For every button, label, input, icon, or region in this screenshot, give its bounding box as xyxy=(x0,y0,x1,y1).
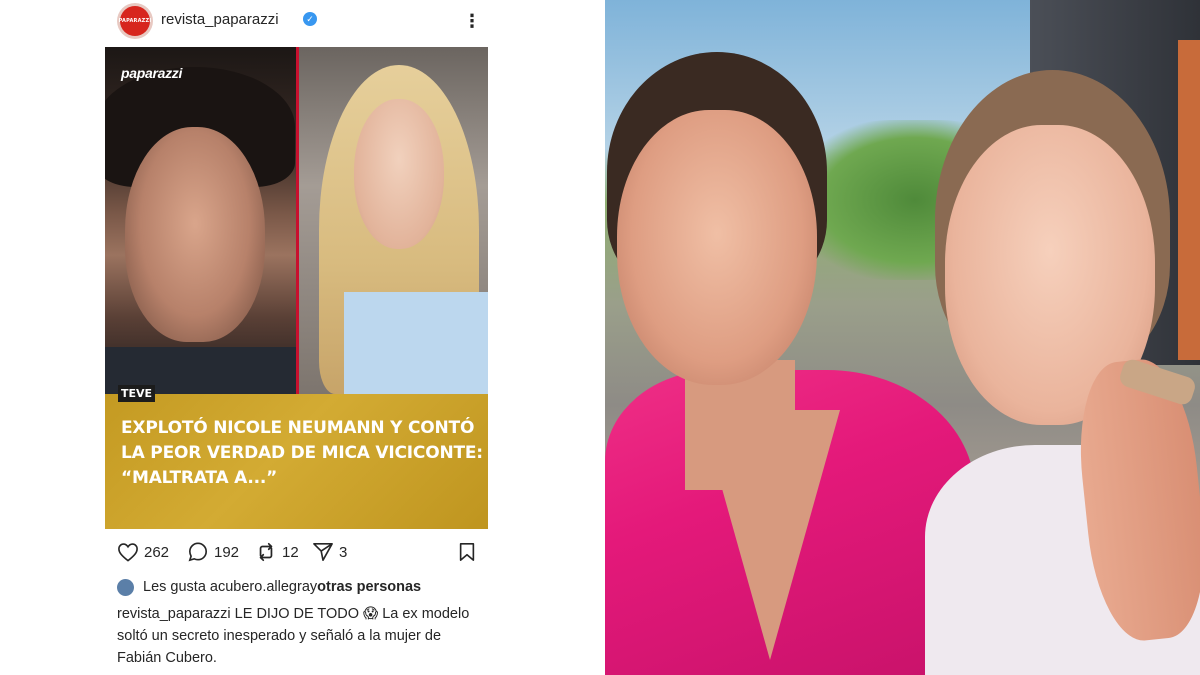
post-caption: revista_paparazzi LE DIJO DE TODO 😱 La e… xyxy=(117,603,482,669)
liked-by[interactable]: Les gusta a cubero.allegra y otras perso… xyxy=(117,577,421,597)
save-button[interactable] xyxy=(457,542,477,567)
more-options-icon[interactable]: ⋮ xyxy=(463,8,481,34)
send-icon xyxy=(313,543,333,561)
headline-line: EXPLOTÓ NICOLE NEUMANN Y CONTÓ xyxy=(121,418,475,438)
comment-button[interactable]: 192 xyxy=(187,542,239,562)
section-tag: TEVE xyxy=(118,385,156,402)
woman-left-photo xyxy=(105,47,296,394)
post-header: PAPARAZZI revista_paparazzi ✓ ⋮ xyxy=(105,0,488,44)
liked-by-user[interactable]: cubero.allegra xyxy=(218,579,310,595)
mother-daughter-photo xyxy=(605,0,1200,675)
comment-icon xyxy=(188,542,208,562)
heart-icon xyxy=(118,543,138,562)
repost-button[interactable]: 12 xyxy=(255,542,299,562)
headline-line: “MALTRATA A...” xyxy=(121,468,278,488)
liker-avatar xyxy=(117,578,134,596)
avatar-logo: PAPARAZZI xyxy=(119,6,151,36)
bookmark-icon xyxy=(459,543,475,561)
liked-by-prefix: Les gusta a xyxy=(143,579,218,595)
liked-by-others[interactable]: otras personas xyxy=(317,579,421,595)
profile-avatar[interactable]: PAPARAZZI xyxy=(117,3,153,39)
woman-face xyxy=(617,110,817,385)
instagram-post: PAPARAZZI revista_paparazzi ✓ ⋮ paparazz… xyxy=(105,0,488,675)
comments-count: 192 xyxy=(214,543,240,561)
repost-icon xyxy=(259,542,273,562)
verified-badge-icon: ✓ xyxy=(303,12,317,26)
caption-username[interactable]: revista_paparazzi xyxy=(117,606,231,622)
likes-count: 262 xyxy=(144,543,170,561)
share-button[interactable]: 3 xyxy=(312,542,347,562)
liked-by-mid: y xyxy=(309,579,318,595)
reposts-count: 12 xyxy=(282,543,299,561)
woman-right-photo xyxy=(299,47,488,394)
shares-count: 3 xyxy=(339,543,348,561)
headline-line: LA PEOR VERDAD DE MICA VICICONTE: xyxy=(121,443,483,463)
action-bar: 262 192 12 3 xyxy=(105,538,488,566)
headline: EXPLOTÓ NICOLE NEUMANN Y CONTÓ LA PEOR V… xyxy=(121,416,483,491)
post-username[interactable]: revista_paparazzi xyxy=(161,11,279,28)
like-button[interactable]: 262 xyxy=(117,542,169,562)
brand-logo: paparazzi xyxy=(121,65,183,81)
post-image[interactable]: paparazzi TEVE EXPLOTÓ NICOLE NEUMANN Y … xyxy=(105,47,488,529)
